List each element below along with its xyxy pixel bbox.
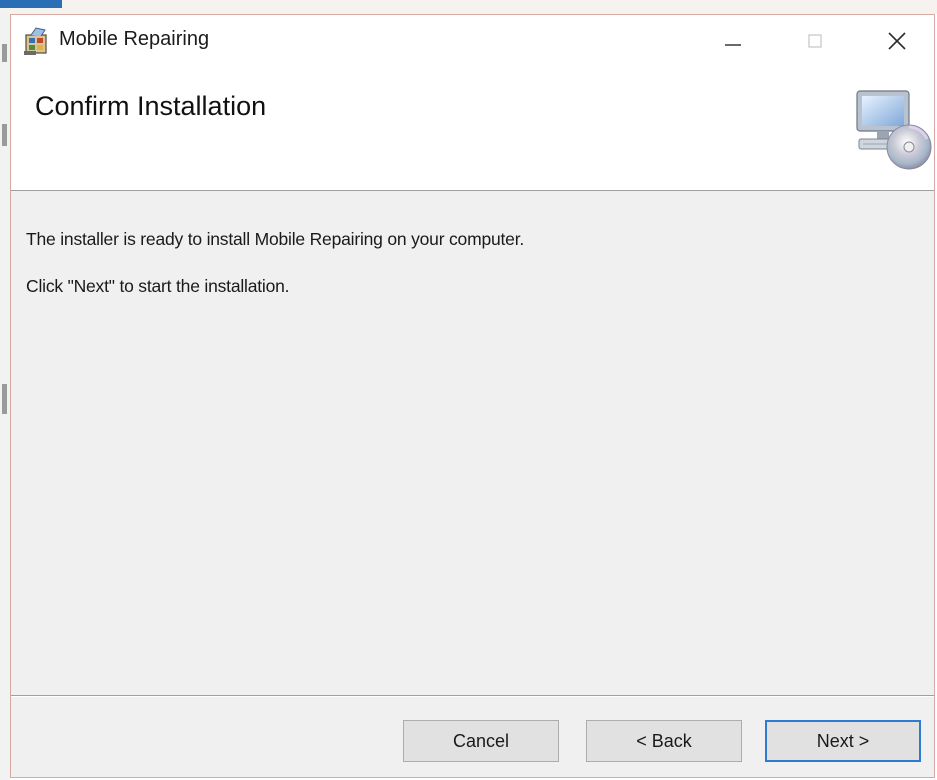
- background-accent: [0, 0, 62, 8]
- title-bar[interactable]: Mobile Repairing: [11, 15, 934, 71]
- ready-message: The installer is ready to install Mobile…: [26, 229, 525, 249]
- installer-header: Confirm Installation: [11, 71, 934, 191]
- next-button[interactable]: Next >: [765, 720, 921, 762]
- close-button[interactable]: [857, 15, 934, 71]
- background-cropped-text: [90, 0, 330, 6]
- computer-disc-icon: [845, 87, 934, 173]
- minimize-icon: [723, 31, 743, 55]
- background-left-edge: [0, 14, 10, 780]
- background-taskbar-strip: [0, 0, 937, 14]
- page-title: Confirm Installation: [35, 91, 267, 121]
- minimize-button[interactable]: [693, 15, 773, 71]
- installer-app-icon: [23, 26, 51, 56]
- window-title: Mobile Repairing: [59, 28, 210, 50]
- instruction-message: Click "Next" to start the installation.: [26, 276, 290, 296]
- maximize-button[interactable]: [775, 15, 855, 71]
- screen: Mobile Repairing Confirm Installation Th…: [0, 0, 937, 780]
- cancel-button[interactable]: Cancel: [403, 720, 559, 762]
- footer-divider: [11, 695, 934, 697]
- maximize-icon: [805, 31, 825, 55]
- close-icon: [886, 30, 908, 56]
- back-button[interactable]: < Back: [586, 720, 742, 762]
- installer-window: Mobile Repairing Confirm Installation Th…: [10, 14, 935, 778]
